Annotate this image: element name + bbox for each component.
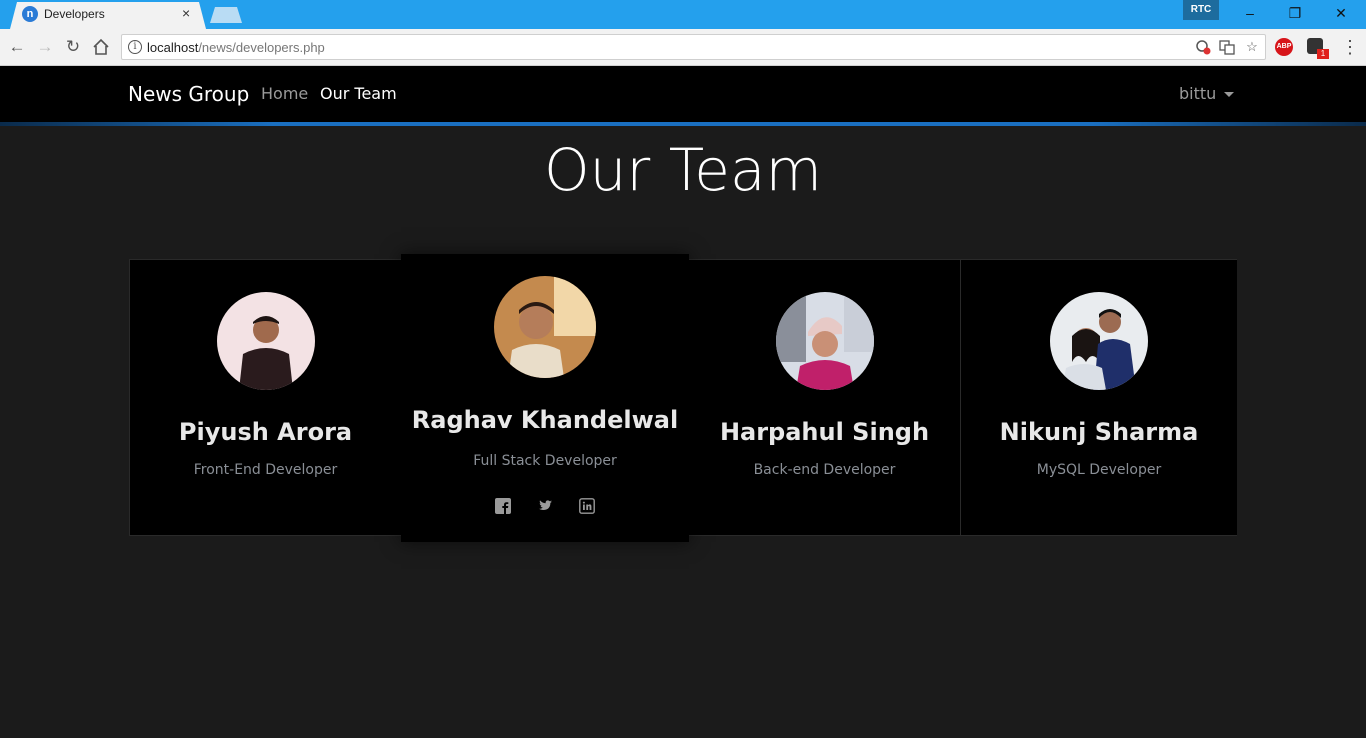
nav-link-our-team[interactable]: Our Team bbox=[320, 84, 397, 103]
site-favicon-icon: n bbox=[22, 6, 38, 22]
user-name: bittu bbox=[1179, 84, 1217, 103]
browser-titlebar: n Developers × RTC – ❐ ✕ bbox=[0, 0, 1366, 29]
site-info-icon[interactable]: i bbox=[128, 40, 142, 54]
bookmark-star-icon[interactable]: ☆ bbox=[1244, 39, 1260, 55]
team-card: Harpahul Singh Back-end Developer bbox=[689, 260, 960, 535]
team-card: Nikunj Sharma MySQL Developer bbox=[960, 260, 1237, 535]
member-name: Raghav Khandelwal bbox=[411, 406, 679, 434]
address-bar[interactable]: i localhost/news/developers.php ☆ bbox=[121, 34, 1266, 60]
member-role: Front-End Developer bbox=[193, 462, 338, 478]
browser-toolbar: ← → ↻ i localhost/news/developers.php ☆ … bbox=[0, 29, 1366, 66]
navbar-accent-line bbox=[0, 122, 1366, 126]
member-role: MySQL Developer bbox=[1036, 462, 1162, 478]
extension-badge: 1 bbox=[1317, 49, 1329, 59]
facebook-icon[interactable] bbox=[494, 497, 511, 514]
new-tab-button[interactable] bbox=[210, 7, 242, 23]
restore-icon[interactable]: ❐ bbox=[1285, 4, 1305, 22]
member-name: Nikunj Sharma bbox=[999, 418, 1199, 446]
twitter-icon[interactable] bbox=[537, 498, 553, 514]
translate-icon[interactable] bbox=[1219, 39, 1235, 55]
social-links bbox=[401, 497, 689, 515]
member-role: Full Stack Developer bbox=[473, 453, 617, 469]
avatar bbox=[494, 276, 596, 378]
browser-menu-icon[interactable]: ⋮ bbox=[1341, 37, 1359, 57]
linkedin-icon[interactable] bbox=[579, 497, 596, 514]
member-name: Harpahul Singh bbox=[719, 418, 930, 446]
user-dropdown[interactable]: bittu bbox=[1179, 84, 1235, 103]
avatar bbox=[775, 292, 874, 390]
team-card-featured: Raghav Khandelwal Full Stack Developer bbox=[401, 254, 689, 542]
forward-icon[interactable]: → bbox=[36, 38, 54, 56]
blocked-cookies-icon[interactable] bbox=[1195, 39, 1211, 55]
tab-title: Developers bbox=[44, 7, 105, 21]
url-text[interactable]: localhost/news/developers.php bbox=[147, 40, 325, 55]
adblock-plus-icon[interactable]: ABP bbox=[1275, 38, 1293, 56]
page-title: Our Team bbox=[544, 136, 822, 204]
site-navbar: News Group Home Our Team bittu bbox=[0, 66, 1366, 122]
tab-close-icon[interactable]: × bbox=[182, 5, 190, 21]
member-role: Back-end Developer bbox=[753, 462, 896, 478]
back-icon[interactable]: ← bbox=[8, 38, 26, 56]
window-close-icon[interactable]: ✕ bbox=[1331, 4, 1351, 22]
team-card: Piyush Arora Front-End Developer bbox=[130, 260, 401, 535]
rtc-badge: RTC bbox=[1183, 0, 1219, 20]
home-icon[interactable] bbox=[92, 38, 110, 56]
nav-link-home[interactable]: Home bbox=[261, 84, 308, 103]
reload-icon[interactable]: ↻ bbox=[64, 38, 82, 56]
member-name: Piyush Arora bbox=[178, 418, 353, 446]
avatar bbox=[216, 292, 315, 390]
avatar bbox=[1050, 292, 1148, 390]
team-grid: Piyush Arora Front-End Developer Raghav … bbox=[129, 254, 1237, 542]
browser-tab[interactable] bbox=[10, 2, 206, 29]
caret-down-icon bbox=[1224, 92, 1235, 97]
brand-logo[interactable]: News Group bbox=[128, 82, 249, 106]
minimize-icon[interactable]: – bbox=[1240, 4, 1260, 22]
